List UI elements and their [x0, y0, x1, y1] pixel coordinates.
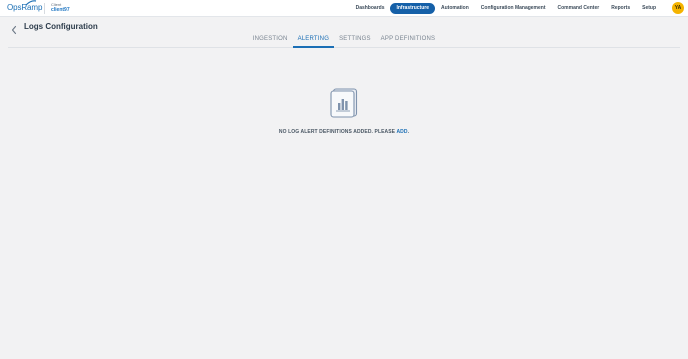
top-header: OpsRamp Client client97 Dashboards Infra… — [0, 0, 688, 17]
back-button[interactable] — [10, 22, 18, 35]
page-title: Logs Configuration — [24, 22, 98, 31]
empty-state-suffix: . — [407, 129, 410, 135]
tab-settings[interactable]: SETTINGS — [334, 33, 376, 48]
tab-ingestion[interactable]: INGESTION — [248, 33, 293, 48]
nav-dashboards[interactable]: Dashboards — [350, 3, 391, 14]
tab-alerting[interactable]: ALERTING — [292, 33, 335, 48]
logo-swoosh-icon — [25, 0, 37, 6]
tab-app-definitions[interactable]: APP DEFINITIONS — [376, 33, 441, 48]
header-divider — [44, 3, 45, 14]
add-alert-link[interactable]: ADD — [396, 129, 407, 135]
nav-command-center[interactable]: Command Center — [552, 3, 606, 14]
nav-automation[interactable]: Automation — [435, 3, 475, 14]
nav-reports[interactable]: Reports — [605, 3, 636, 14]
config-tabs: INGESTION ALERTING SETTINGS APP DEFINITI… — [8, 33, 680, 48]
empty-state-text: NO LOG ALERT DEFINITIONS ADDED. PLEASE — [278, 129, 396, 135]
nav-configuration-management[interactable]: Configuration Management — [475, 3, 552, 14]
user-avatar[interactable]: YA — [672, 2, 684, 14]
client-name: client97 — [51, 7, 70, 13]
empty-state-icon — [330, 88, 358, 118]
nav-setup[interactable]: Setup — [636, 3, 662, 14]
opsramp-logo[interactable]: OpsRamp — [7, 0, 42, 13]
bar-chart-document-icon — [330, 88, 358, 118]
client-selector[interactable]: Client client97 — [51, 2, 70, 14]
empty-state-message: NO LOG ALERT DEFINITIONS ADDED. PLEASE A… — [0, 129, 688, 135]
main-nav: Dashboards Infrastructure Automation Con… — [350, 3, 662, 14]
nav-infrastructure[interactable]: Infrastructure — [390, 3, 435, 14]
